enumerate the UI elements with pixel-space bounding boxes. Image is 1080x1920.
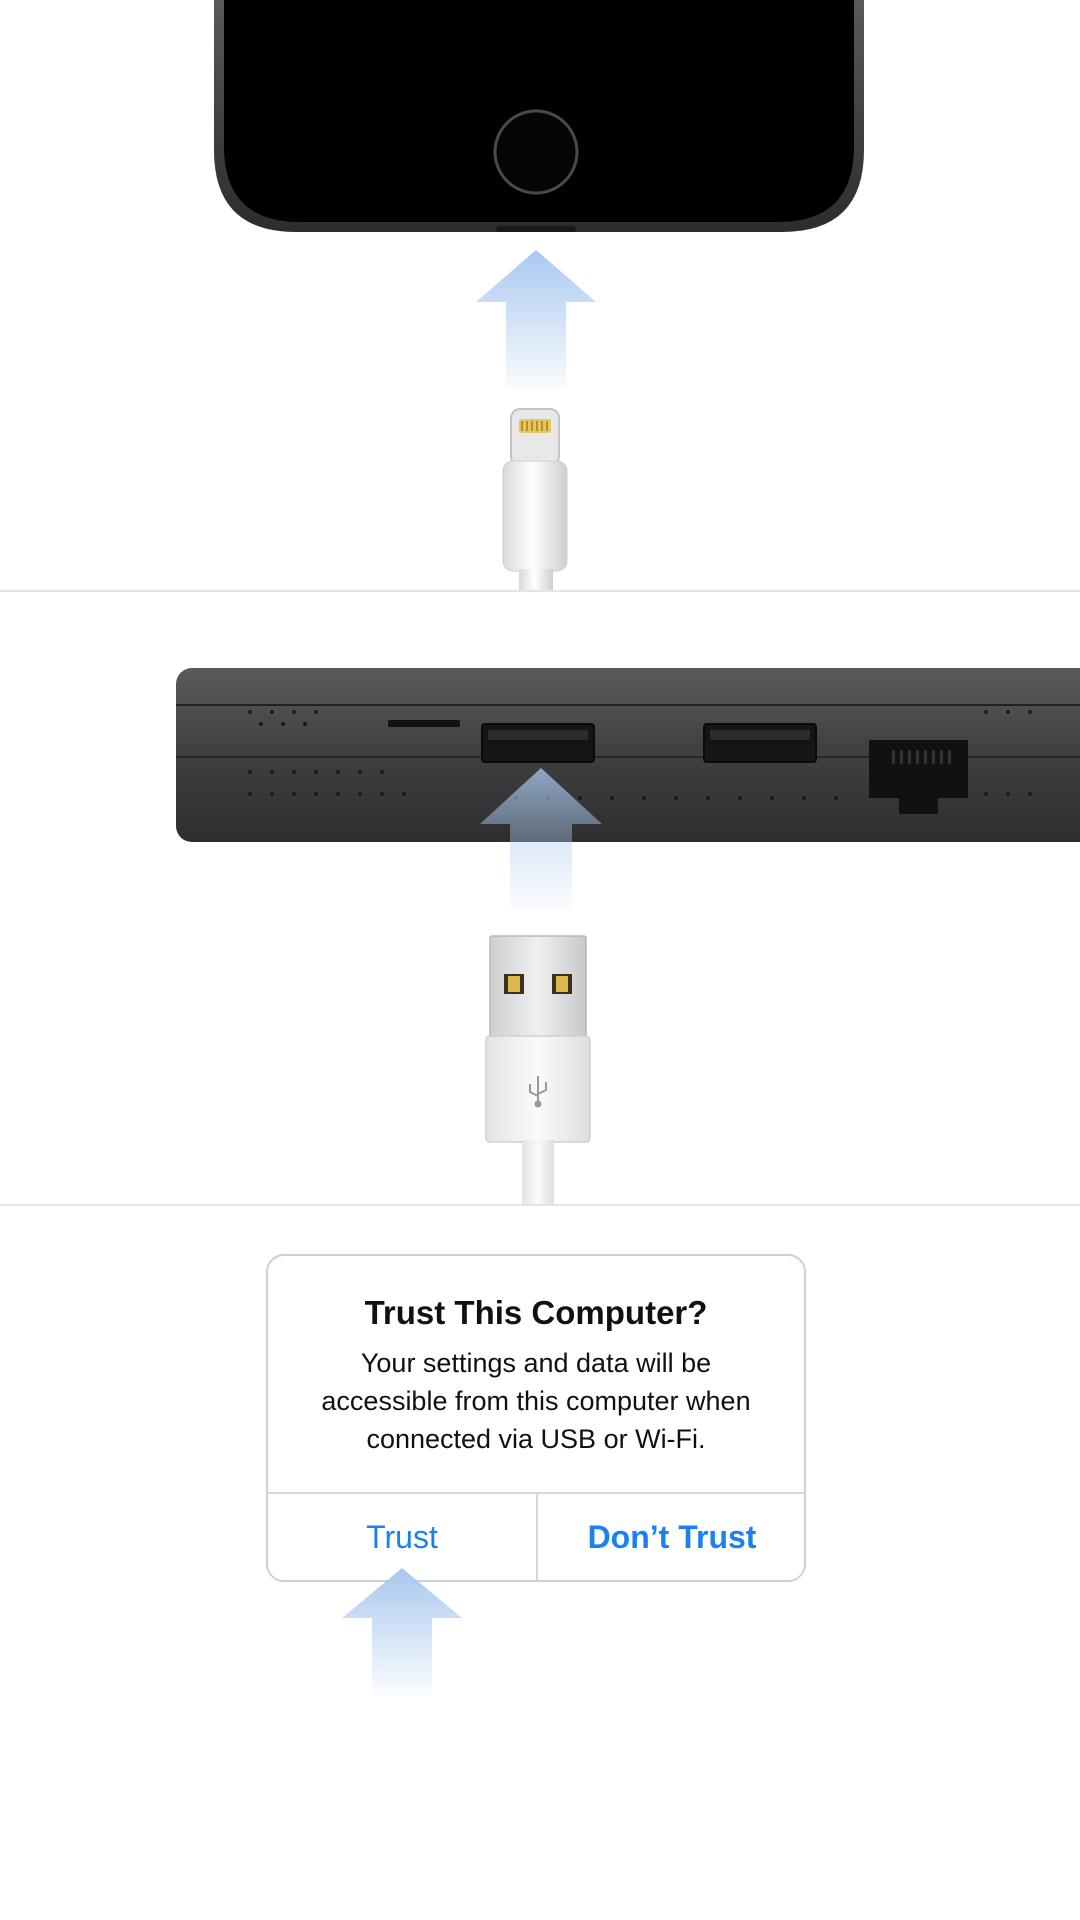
arrow-up-icon [476, 250, 596, 390]
sd-card-slot [388, 720, 460, 727]
arrow-up-icon [480, 768, 602, 910]
usb-cable-illustration [485, 935, 591, 1206]
usb-hub-illustration [176, 668, 1080, 842]
dialog-message: Your settings and data will be accessibl… [321, 1348, 751, 1454]
arrow-up-icon [342, 1568, 462, 1696]
trust-dialog: Trust This Computer? Your settings and d… [266, 1254, 806, 1582]
usb-port [703, 723, 817, 763]
section-divider [0, 590, 1080, 592]
lightning-cable-illustration [502, 408, 568, 590]
usb-port [481, 723, 595, 763]
iphone-illustration [214, 0, 864, 232]
section-divider [0, 1204, 1080, 1206]
home-button-icon [493, 109, 579, 195]
dialog-title: Trust This Computer? [364, 1294, 708, 1331]
dont-trust-button[interactable]: Don’t Trust [538, 1494, 804, 1580]
